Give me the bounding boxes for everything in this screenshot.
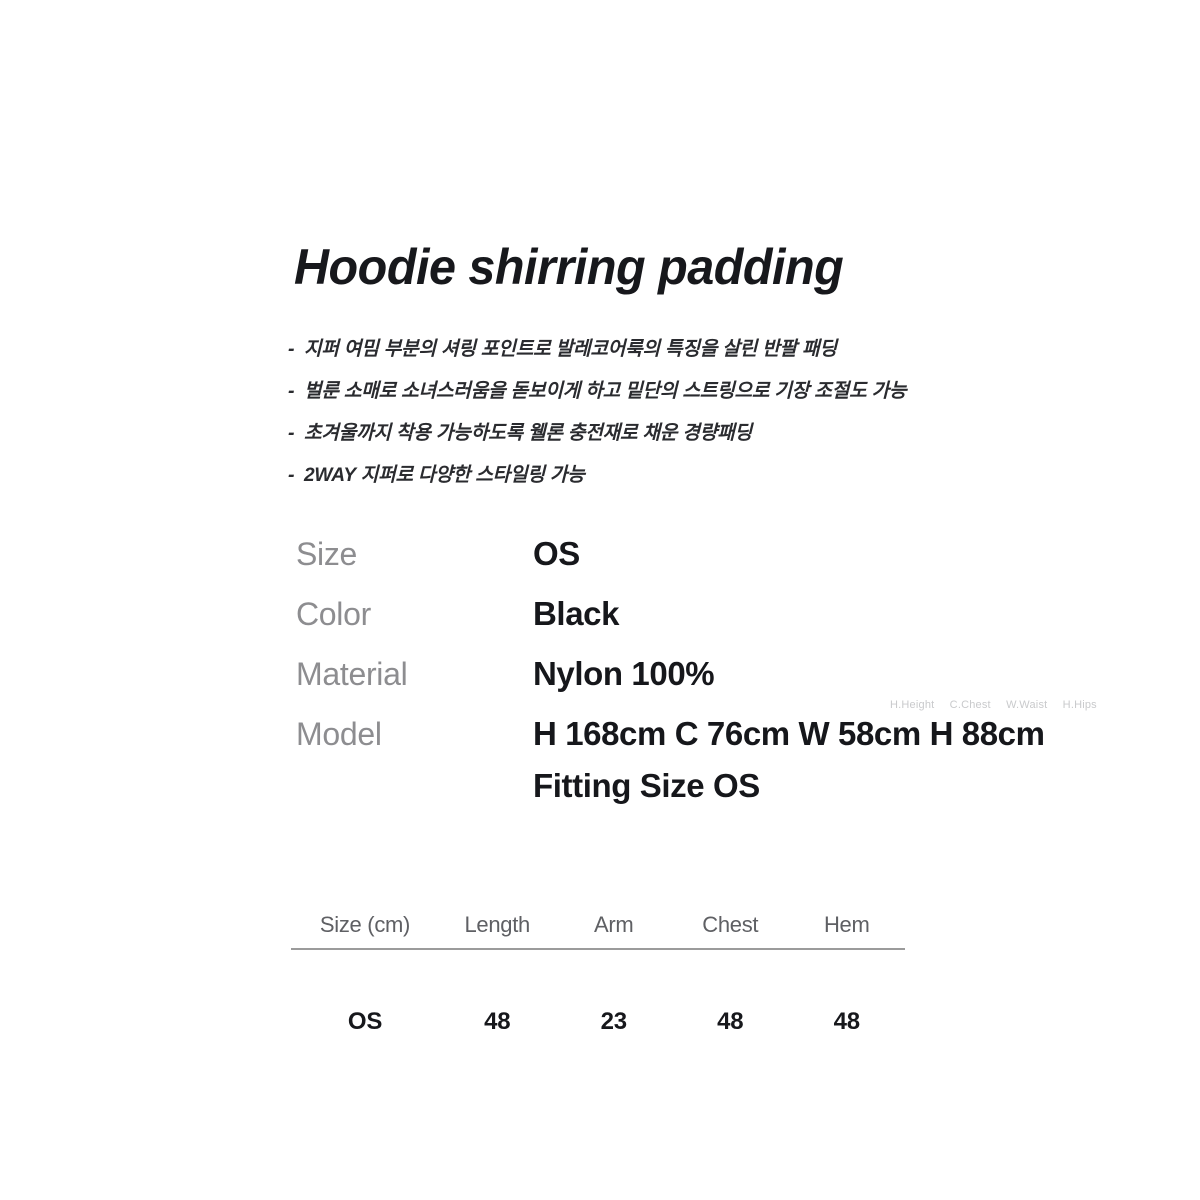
table-row: OS 48 23 48 48 — [291, 949, 905, 1037]
spec-row-model: Model H 168cm C 76cm W 58cm H 88cm Fitti… — [296, 712, 1136, 808]
legend-hips: H.Hips — [1062, 699, 1097, 711]
spec-label: Color — [296, 596, 371, 632]
feature-text: 지퍼 여밈 부분의 셔링 포인트로 발레코어룩의 특징을 살린 반팔 패딩 — [304, 338, 837, 360]
model-legend: H.Height C.Chest W.Waist H.Hips — [890, 699, 1097, 711]
spec-list: Size OS Color Black Material Nylon 100% … — [296, 532, 1136, 824]
spec-value: Nylon 100% — [533, 655, 715, 692]
model-fitting-size: Fitting Size OS — [533, 767, 760, 804]
column-header-hem: Hem — [788, 912, 905, 950]
spec-value: H 168cm C 76cm W 58cm H 88cm Fitting Siz… — [533, 712, 1045, 808]
bullet-dash-icon: - — [288, 422, 295, 444]
page-title: Hoodie shirring padding — [294, 239, 844, 295]
column-header-size: Size (cm) — [291, 912, 439, 950]
cell-arm: 23 — [600, 1008, 627, 1035]
bullet-dash-icon: - — [288, 338, 295, 360]
cell-hem: 48 — [833, 1008, 860, 1035]
size-chart-table: Size (cm) Length Arm Chest Hem OS 48 23 … — [291, 912, 905, 1037]
spec-value: Black — [533, 595, 620, 632]
feature-text: 2WAY 지퍼로 다양한 스타일링 가능 — [304, 464, 585, 486]
column-header-length: Length — [439, 912, 556, 950]
spec-row-color: Color Black — [296, 592, 1136, 636]
size-chart: Size (cm) Length Arm Chest Hem OS 48 23 … — [291, 912, 905, 1037]
list-item: - 벌룬 소매로 소녀스러움을 돋보이게 하고 밑단의 스트링으로 기장 조절도… — [288, 374, 1048, 416]
cell-length: 48 — [484, 1008, 511, 1035]
feature-text: 벌룬 소매로 소녀스러움을 돋보이게 하고 밑단의 스트링으로 기장 조절도 가… — [304, 380, 907, 402]
list-item: - 2WAY 지퍼로 다양한 스타일링 가능 — [288, 458, 1048, 500]
spec-label: Material — [296, 656, 408, 692]
legend-waist: W.Waist — [1006, 699, 1048, 711]
column-header-chest: Chest — [672, 912, 789, 950]
spec-row-size: Size OS — [296, 532, 1136, 576]
column-header-arm: Arm — [555, 912, 672, 950]
bullet-dash-icon: - — [288, 464, 295, 486]
model-measurements: H 168cm C 76cm W 58cm H 88cm — [533, 715, 1045, 752]
cell-size: OS — [347, 1008, 383, 1035]
product-detail-page: Hoodie shirring padding - 지퍼 여밈 부분의 셔링 포… — [0, 0, 1200, 1200]
legend-height: H.Height — [890, 699, 935, 711]
spec-label: Size — [296, 536, 358, 572]
table-header-row: Size (cm) Length Arm Chest Hem — [291, 912, 905, 950]
spec-row-material: Material Nylon 100% — [296, 652, 1136, 696]
list-item: - 지퍼 여밈 부분의 셔링 포인트로 발레코어룩의 특징을 살린 반팔 패딩 — [288, 332, 1048, 374]
cell-chest: 48 — [717, 1008, 744, 1035]
feature-text: 초겨울까지 착용 가능하도록 웰론 충전재로 채운 경량패딩 — [304, 422, 752, 444]
legend-chest: C.Chest — [949, 699, 991, 711]
list-item: - 초겨울까지 착용 가능하도록 웰론 충전재로 채운 경량패딩 — [288, 416, 1048, 458]
spec-value: OS — [533, 535, 580, 572]
feature-list: - 지퍼 여밈 부분의 셔링 포인트로 발레코어룩의 특징을 살린 반팔 패딩 … — [288, 332, 1048, 500]
bullet-dash-icon: - — [288, 380, 295, 402]
spec-label: Model — [296, 716, 382, 752]
